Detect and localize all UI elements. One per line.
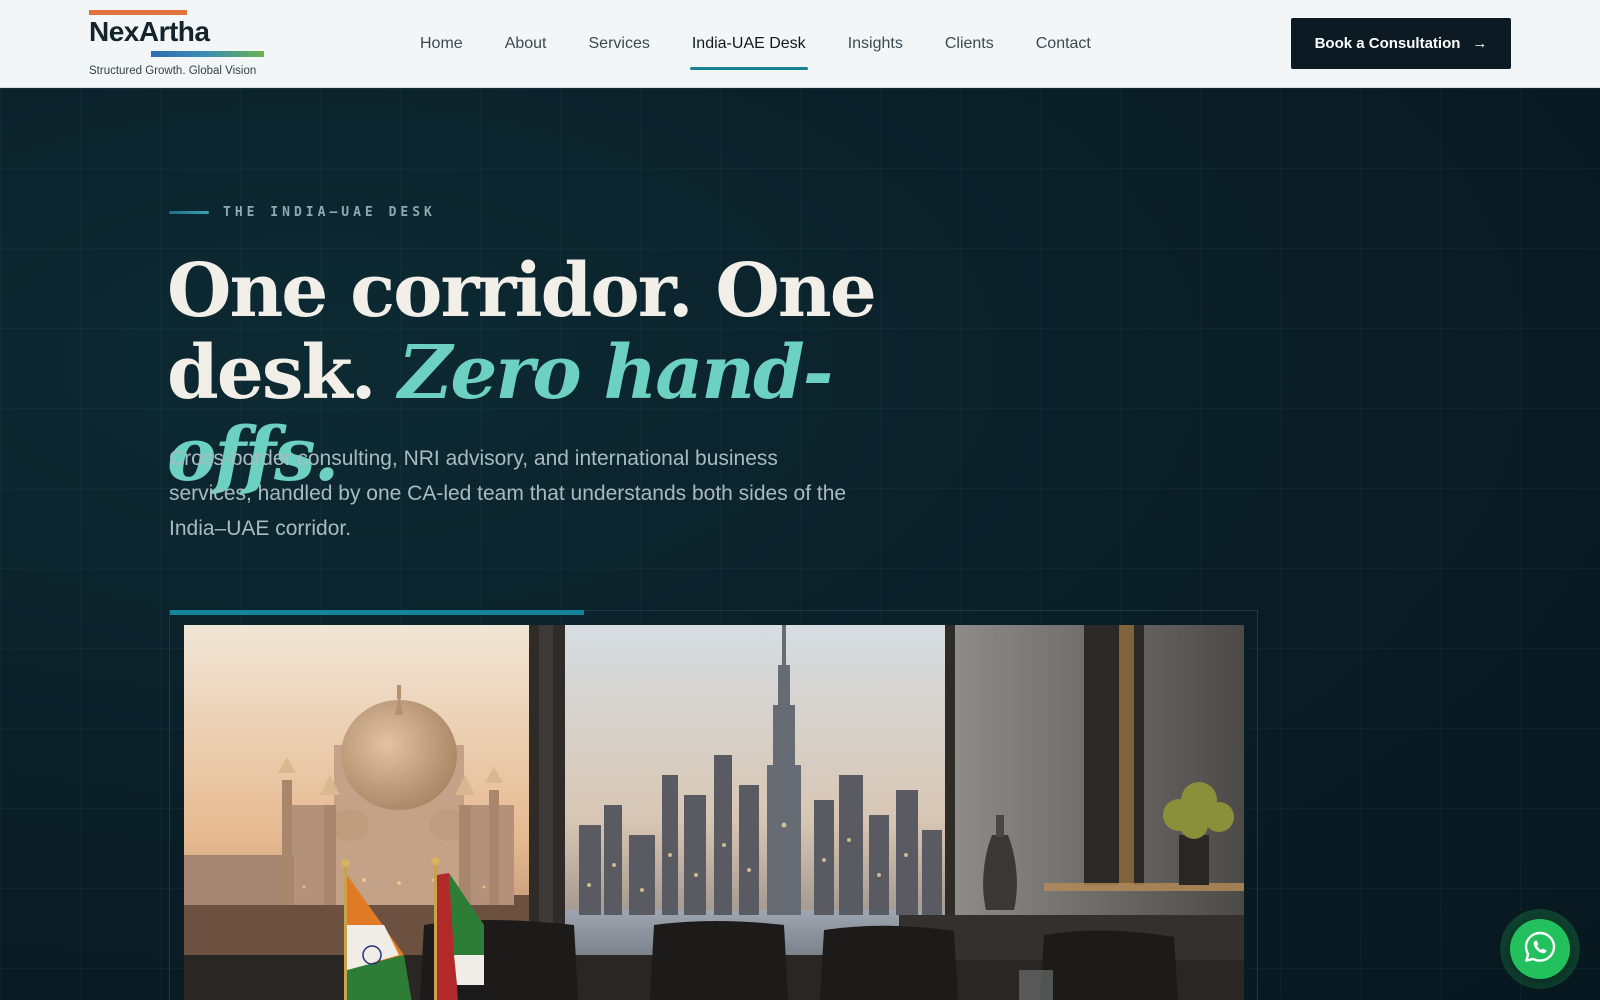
- whatsapp-icon: [1523, 930, 1557, 969]
- nav-item-contact[interactable]: Contact: [1036, 0, 1091, 88]
- headline-line-1: One corridor. One: [167, 248, 877, 334]
- hero-description: Cross-border consulting, NRI advisory, a…: [169, 447, 847, 540]
- brand-name: NexArtha: [89, 16, 210, 47]
- arrow-right-icon: →: [1472, 35, 1488, 52]
- photo-taj-mahal-and-dubai-skyline: [184, 625, 1244, 1000]
- brand-logo[interactable]: NexArtha Structured Growth. Global Visio…: [89, 10, 264, 80]
- nav-item-clients[interactable]: Clients: [945, 0, 994, 88]
- frame-accent-bar: [170, 610, 584, 615]
- eyebrow-text: THE INDIA–UAE DESK: [223, 205, 436, 220]
- logo-bottom-bar: [151, 51, 264, 57]
- headline-line-2: desk.: [167, 330, 377, 416]
- main-nav: Home About Services India-UAE Desk Insig…: [420, 0, 1133, 88]
- nav-item-services[interactable]: Services: [589, 0, 650, 88]
- nav-item-india-uae-desk[interactable]: India-UAE Desk: [689, 0, 808, 88]
- nav-item-home[interactable]: Home: [420, 0, 463, 88]
- site-header: NexArtha Structured Growth. Global Visio…: [0, 0, 1600, 88]
- logo-top-bar: [89, 10, 187, 15]
- nav-item-insights[interactable]: Insights: [848, 0, 903, 88]
- book-consultation-label: Book a Consultation: [1314, 35, 1461, 52]
- brand-tagline: Structured Growth. Global Vision: [89, 65, 257, 77]
- eyebrow-line: [169, 211, 209, 214]
- whatsapp-button[interactable]: [1510, 919, 1570, 979]
- book-consultation-button[interactable]: Book a Consultation →: [1291, 18, 1511, 69]
- hero-eyebrow: THE INDIA–UAE DESK: [169, 205, 436, 220]
- hero-section: THE INDIA–UAE DESK One corridor. One des…: [0, 88, 1600, 1000]
- nav-item-about[interactable]: About: [505, 0, 547, 88]
- hero-image-frame: [169, 610, 1258, 1000]
